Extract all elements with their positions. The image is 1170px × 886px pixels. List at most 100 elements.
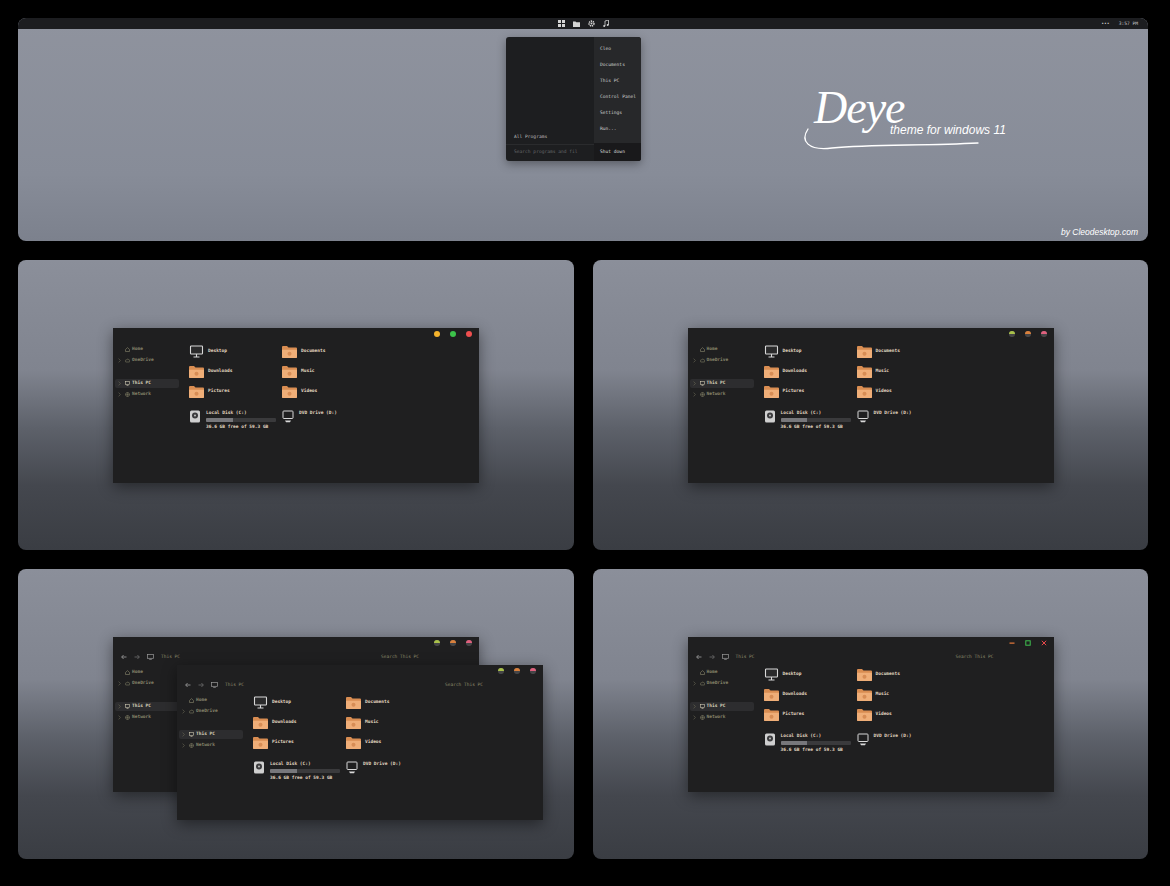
folder-item[interactable]: Videos bbox=[282, 385, 375, 398]
sidebar-item[interactable]: Network bbox=[179, 741, 243, 750]
start-place[interactable]: Settings bbox=[600, 110, 636, 116]
tray-overflow[interactable]: ••• bbox=[1101, 21, 1109, 27]
close-button[interactable] bbox=[466, 331, 472, 337]
start-place[interactable]: Documents bbox=[600, 62, 636, 68]
sidebar-item[interactable]: This PC bbox=[115, 379, 179, 388]
forward-arrow-icon[interactable] bbox=[198, 682, 204, 688]
sidebar-item[interactable]: This PC bbox=[115, 702, 179, 711]
sidebar-item[interactable]: This PC bbox=[690, 379, 754, 388]
folder-item[interactable]: Documents bbox=[346, 696, 439, 709]
drive-item[interactable]: Local Disk (C:)36.6 GB free of 59.3 GB bbox=[253, 761, 346, 781]
drive-item[interactable]: DVD Drive (D:) bbox=[857, 410, 950, 430]
back-arrow-icon[interactable] bbox=[185, 682, 191, 688]
sidebar-item[interactable]: OneDrive bbox=[115, 679, 179, 688]
start-place[interactable]: Cleo bbox=[600, 46, 636, 52]
folder-item[interactable]: Music bbox=[857, 365, 950, 378]
chevron-right-icon[interactable] bbox=[693, 358, 696, 363]
start-place[interactable]: This PC bbox=[600, 78, 636, 84]
chevron-right-icon[interactable] bbox=[118, 381, 121, 386]
address-bar[interactable]: This PC bbox=[161, 654, 180, 660]
folder-item[interactable]: Downloads bbox=[253, 716, 346, 729]
shut-down-button[interactable]: Shut down bbox=[594, 143, 641, 161]
gear-icon[interactable] bbox=[588, 20, 595, 27]
chevron-right-icon[interactable] bbox=[118, 704, 121, 709]
sidebar-item[interactable]: OneDrive bbox=[179, 707, 243, 716]
folder-item[interactable]: Pictures bbox=[764, 385, 857, 398]
title-bar[interactable] bbox=[113, 637, 479, 650]
chevron-right-icon[interactable] bbox=[182, 732, 185, 737]
all-programs[interactable]: All Programs bbox=[506, 130, 594, 144]
maximize-button[interactable] bbox=[450, 640, 456, 646]
chevron-right-icon[interactable] bbox=[118, 715, 121, 720]
search-field[interactable]: Search This PC bbox=[445, 682, 483, 688]
folder-item[interactable]: Pictures bbox=[764, 708, 857, 721]
sidebar-item[interactable]: This PC bbox=[179, 730, 243, 739]
folder-item[interactable]: Desktop bbox=[189, 345, 282, 358]
chevron-right-icon[interactable] bbox=[118, 358, 121, 363]
forward-arrow-icon[interactable] bbox=[709, 654, 715, 660]
sidebar-item[interactable]: Network bbox=[115, 390, 179, 399]
chevron-right-icon[interactable] bbox=[182, 743, 185, 748]
sidebar-item[interactable]: OneDrive bbox=[690, 356, 754, 365]
minimize-button[interactable] bbox=[498, 668, 504, 674]
address-bar[interactable]: This PC bbox=[736, 654, 755, 660]
title-bar[interactable] bbox=[113, 328, 479, 341]
back-arrow-icon[interactable] bbox=[696, 654, 702, 660]
drive-item[interactable]: Local Disk (C:)36.6 GB free of 59.3 GB bbox=[764, 410, 857, 430]
maximize-button[interactable] bbox=[514, 668, 520, 674]
explorer-window[interactable]: This PCSearch This PCHomeOneDriveThis PC… bbox=[177, 665, 543, 820]
folder-item[interactable]: Videos bbox=[857, 385, 950, 398]
forward-arrow-icon[interactable] bbox=[134, 654, 140, 660]
sidebar-item[interactable]: Network bbox=[690, 713, 754, 722]
chevron-right-icon[interactable] bbox=[693, 392, 696, 397]
drive-item[interactable]: DVD Drive (D:) bbox=[857, 733, 950, 753]
start-place[interactable]: Control Panel bbox=[600, 94, 636, 100]
chevron-right-icon[interactable] bbox=[693, 704, 696, 709]
folder-item[interactable]: Pictures bbox=[253, 736, 346, 749]
close-button[interactable] bbox=[1041, 640, 1047, 646]
close-button[interactable] bbox=[530, 668, 536, 674]
sidebar-item[interactable]: OneDrive bbox=[690, 679, 754, 688]
chevron-right-icon[interactable] bbox=[693, 381, 696, 386]
sidebar-item[interactable]: Network bbox=[690, 390, 754, 399]
folder-item[interactable]: Documents bbox=[282, 345, 375, 358]
sidebar-item[interactable]: Network bbox=[115, 713, 179, 722]
folder-item[interactable]: Music bbox=[346, 716, 439, 729]
start-place[interactable]: Run... bbox=[600, 126, 636, 132]
folder-item[interactable]: Documents bbox=[857, 668, 950, 681]
title-bar[interactable] bbox=[688, 328, 1054, 341]
close-button[interactable] bbox=[466, 640, 472, 646]
folder-item[interactable]: Music bbox=[857, 688, 950, 701]
drive-item[interactable]: Local Disk (C:)36.6 GB free of 59.3 GB bbox=[764, 733, 857, 753]
title-bar[interactable] bbox=[688, 637, 1054, 650]
explorer-window[interactable]: This PCSearch This PCHomeOneDriveThis PC… bbox=[688, 637, 1054, 792]
start-icon[interactable] bbox=[558, 20, 565, 27]
explorer-window[interactable]: HomeOneDriveThis PCNetworkDesktopDocumen… bbox=[113, 328, 479, 483]
back-arrow-icon[interactable] bbox=[121, 654, 127, 660]
drive-item[interactable]: DVD Drive (D:) bbox=[282, 410, 375, 430]
minimize-button[interactable] bbox=[434, 640, 440, 646]
minimize-button[interactable] bbox=[1009, 640, 1015, 646]
folder-item[interactable]: Downloads bbox=[189, 365, 282, 378]
folder-item[interactable]: Downloads bbox=[764, 688, 857, 701]
drive-item[interactable]: Local Disk (C:)36.6 GB free of 59.3 GB bbox=[189, 410, 282, 430]
sidebar-item[interactable]: Home bbox=[179, 696, 243, 705]
file-explorer-icon[interactable] bbox=[573, 21, 580, 27]
folder-item[interactable]: Desktop bbox=[764, 345, 857, 358]
maximize-button[interactable] bbox=[1025, 640, 1031, 646]
chevron-right-icon[interactable] bbox=[182, 709, 185, 714]
sidebar-item[interactable]: This PC bbox=[690, 702, 754, 711]
minimize-button[interactable] bbox=[434, 331, 440, 337]
title-bar[interactable] bbox=[177, 665, 543, 678]
folder-item[interactable]: Downloads bbox=[764, 365, 857, 378]
sidebar-item[interactable]: Home bbox=[115, 345, 179, 354]
clock[interactable]: 3:57 PM bbox=[1119, 21, 1138, 27]
sidebar-item[interactable]: Home bbox=[690, 668, 754, 677]
maximize-button[interactable] bbox=[450, 331, 456, 337]
folder-item[interactable]: Desktop bbox=[764, 668, 857, 681]
close-button[interactable] bbox=[1041, 331, 1047, 337]
chevron-right-icon[interactable] bbox=[118, 681, 121, 686]
chevron-right-icon[interactable] bbox=[693, 715, 696, 720]
search-field[interactable]: Search This PC bbox=[381, 654, 419, 660]
start-search[interactable]: Search programs and fil bbox=[506, 144, 594, 161]
